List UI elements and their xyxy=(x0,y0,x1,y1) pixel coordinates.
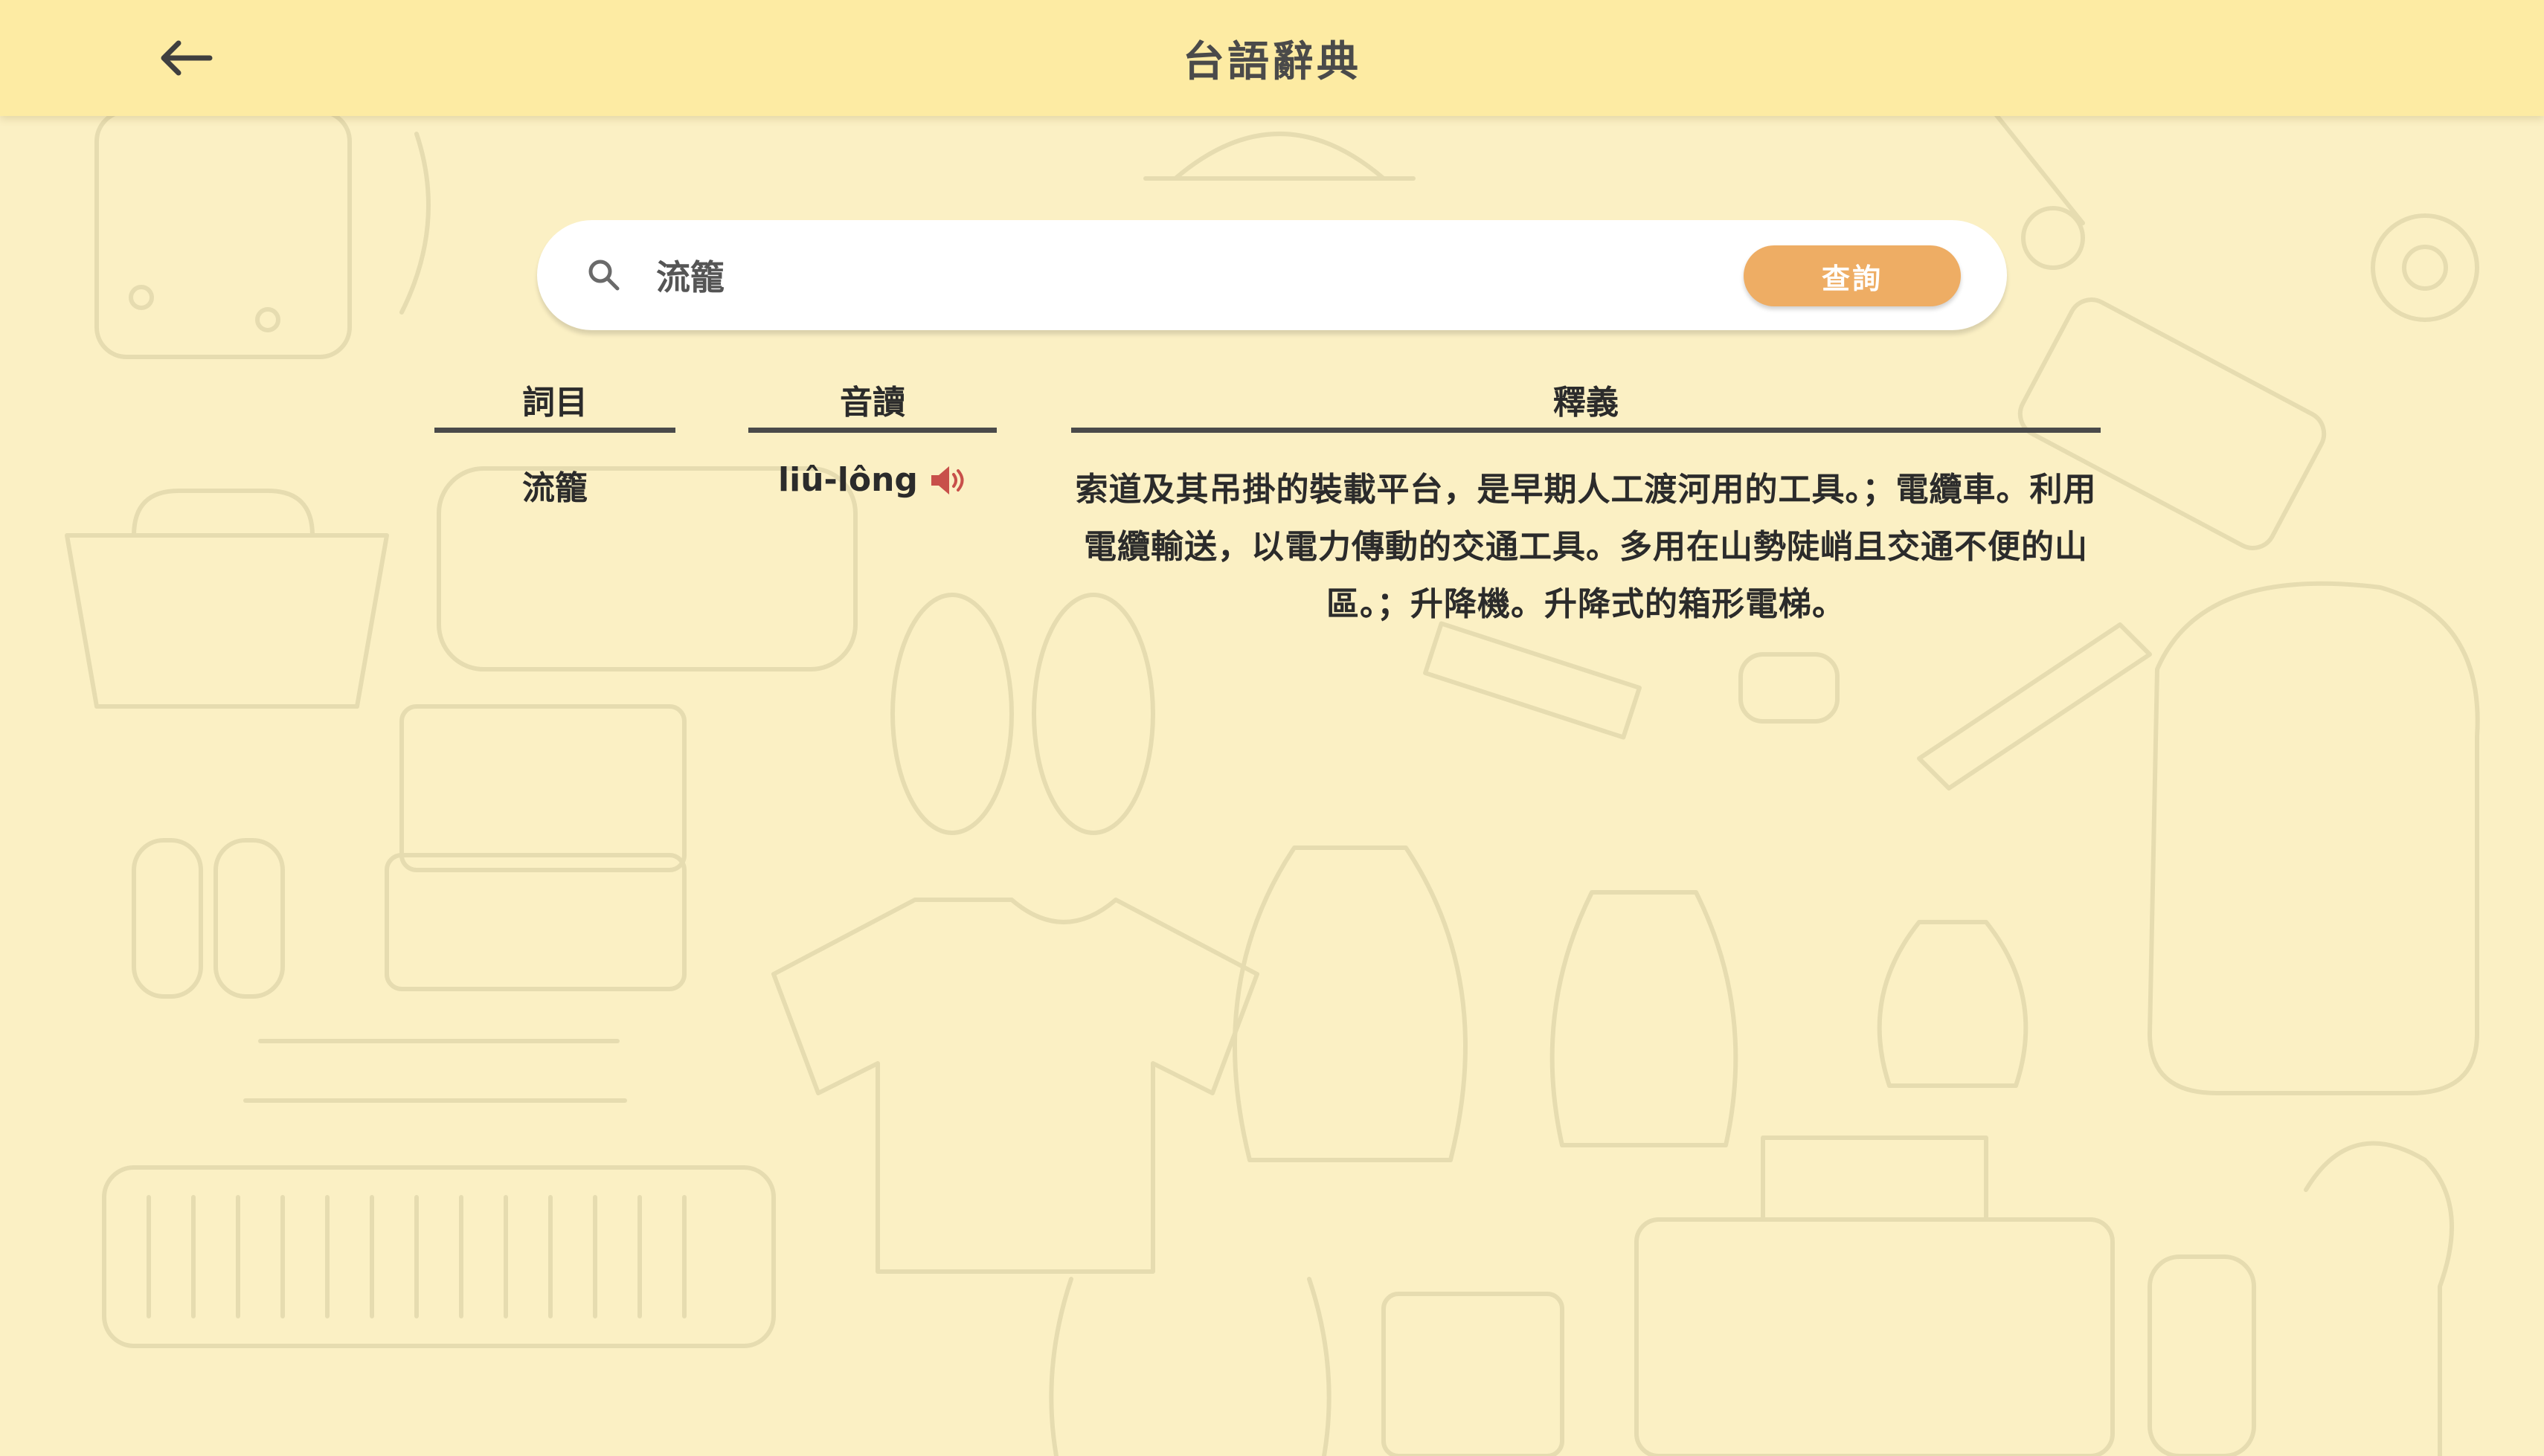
search-input[interactable] xyxy=(656,241,1489,309)
search-icon xyxy=(588,260,620,291)
background-doodles xyxy=(65,109,2480,1456)
definition-cell: 索道及其吊掛的裝載平台，是早期人工渡河用的工具。；電纜車。利用電纜輸送，以電力傳… xyxy=(1075,471,2097,623)
word-cell: 流籠 xyxy=(522,469,588,507)
app-header: 台語辭典 xyxy=(0,0,2544,116)
page-title: 台語辭典 xyxy=(1183,37,1361,86)
speaker-icon[interactable] xyxy=(928,463,967,498)
column-header-definition: 釋義 xyxy=(1071,370,2101,433)
column-header-pronunciation: 音讀 xyxy=(748,370,997,433)
query-button[interactable]: 查詢 xyxy=(1744,245,1961,306)
pronunciation-cell: liû-lông xyxy=(748,461,997,499)
search-bar: 查詢 xyxy=(537,220,2007,330)
column-header-word: 詞目 xyxy=(434,370,675,433)
pronunciation-text: liû-lông xyxy=(778,461,918,499)
